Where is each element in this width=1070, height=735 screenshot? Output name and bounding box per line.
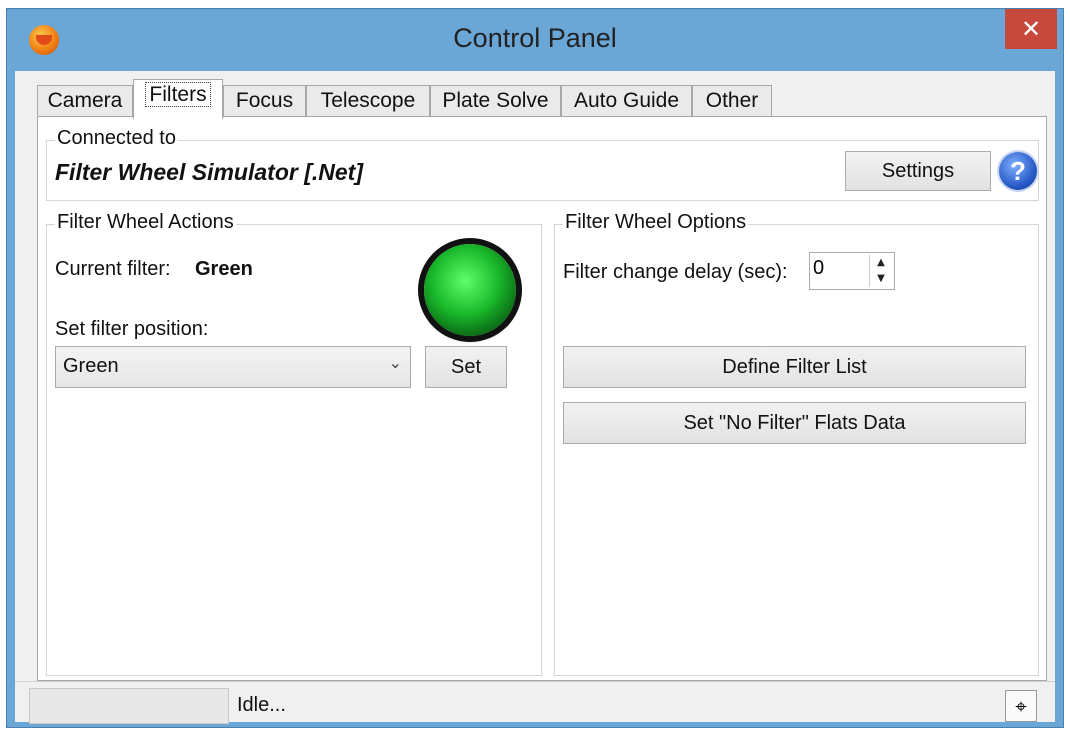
tab-plate-solve[interactable]: Plate Solve	[430, 85, 561, 117]
client-area: Camera Filters Focus Telescope Plate Sol…	[15, 71, 1055, 724]
tab-filters-label: Filters	[145, 82, 211, 107]
connected-group: Connected to Filter Wheel Simulator [.Ne…	[46, 127, 1039, 201]
filter-wheel-options-title: Filter Wheel Options	[563, 211, 749, 234]
filter-wheel-actions-group: Filter Wheel Actions Current filter: Gre…	[46, 211, 542, 676]
stepper-up-icon[interactable]: ▲	[870, 255, 892, 271]
filter-status-indicator	[424, 244, 516, 336]
tab-camera[interactable]: Camera	[37, 85, 133, 117]
tab-auto-guide[interactable]: Auto Guide	[561, 85, 692, 117]
stepper-arrows: ▲ ▼	[869, 255, 892, 287]
filter-change-delay-label: Filter change delay (sec):	[563, 261, 788, 283]
set-filter-position-label: Set filter position:	[55, 318, 209, 340]
tab-other[interactable]: Other	[692, 85, 772, 117]
define-filter-list-button[interactable]: Define Filter List	[563, 346, 1026, 388]
no-filter-flats-button[interactable]: Set "No Filter" Flats Data	[563, 402, 1026, 444]
status-bar: Idle... ⌖	[15, 681, 1055, 724]
close-button[interactable]: ✕	[1005, 9, 1057, 49]
status-text: Idle...	[237, 694, 286, 716]
filter-wheel-actions-title: Filter Wheel Actions	[55, 211, 236, 234]
filter-position-select[interactable]: Green ⌄	[55, 346, 411, 388]
current-filter-value: Green	[195, 258, 253, 280]
pin-icon[interactable]: ⌖	[1005, 690, 1037, 722]
tab-filters[interactable]: Filters	[133, 79, 223, 119]
tab-telescope[interactable]: Telescope	[306, 85, 430, 117]
connected-group-title: Connected to	[55, 127, 178, 150]
current-filter-label: Current filter:	[55, 258, 171, 280]
filter-change-delay-stepper[interactable]: 0 ▲ ▼	[809, 252, 895, 290]
set-filter-button[interactable]: Set	[425, 346, 507, 388]
control-panel-window: Control Panel ✕ Camera Filters Focus Tel…	[6, 8, 1064, 728]
filters-tab-panel: Connected to Filter Wheel Simulator [.Ne…	[37, 116, 1047, 681]
window-title: Control Panel	[453, 23, 617, 53]
tab-focus[interactable]: Focus	[223, 85, 306, 117]
filter-change-delay-value: 0	[813, 257, 825, 279]
filter-wheel-options-group: Filter Wheel Options Filter change delay…	[554, 211, 1039, 676]
settings-button[interactable]: Settings	[845, 151, 991, 191]
help-icon[interactable]: ?	[999, 152, 1037, 190]
title-bar: Control Panel ✕	[7, 9, 1063, 71]
stepper-down-icon[interactable]: ▼	[870, 271, 892, 287]
chevron-down-icon: ⌄	[388, 353, 402, 372]
status-progress-box	[29, 688, 229, 724]
filter-position-select-value: Green	[63, 355, 119, 377]
connected-device-name: Filter Wheel Simulator [.Net]	[55, 159, 363, 185]
